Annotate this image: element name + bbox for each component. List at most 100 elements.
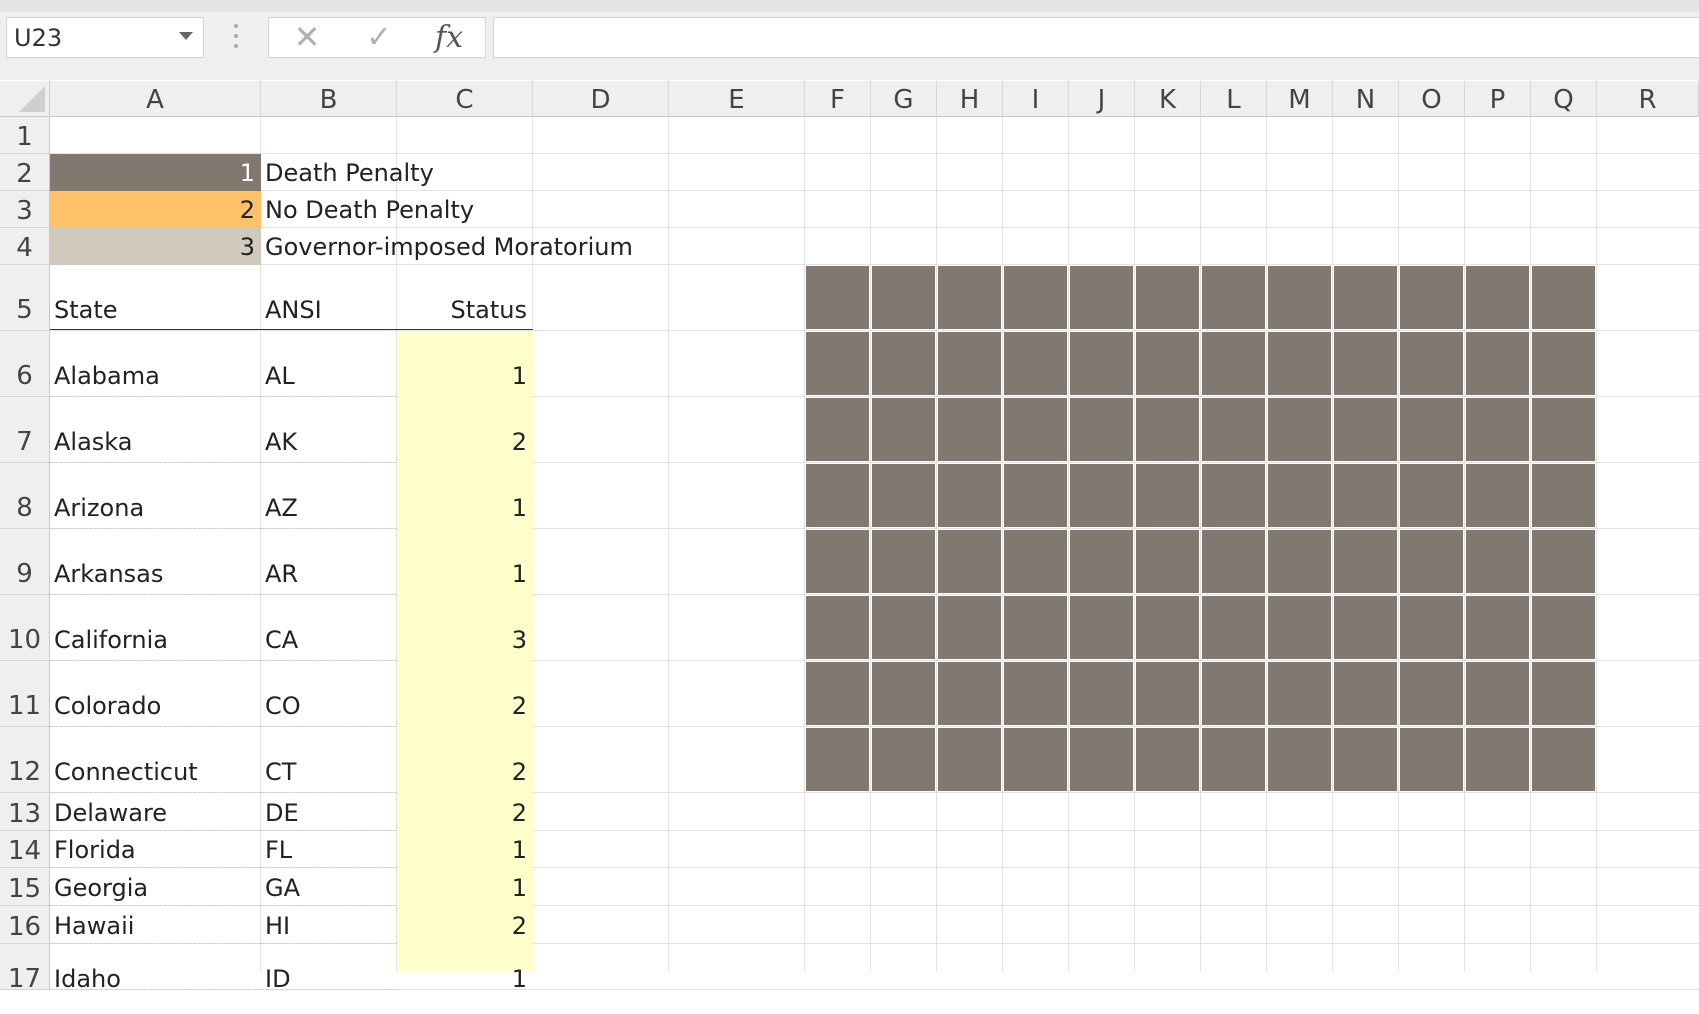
state-tile[interactable] [872, 332, 935, 395]
state-name-cell[interactable]: Arkansas [50, 529, 261, 595]
ansi-cell[interactable]: AK [261, 397, 397, 463]
row-header-11[interactable]: 11 [0, 661, 50, 727]
state-tile[interactable] [1004, 398, 1067, 461]
state-tile[interactable] [1334, 662, 1397, 725]
row-header-8[interactable]: 8 [0, 463, 50, 529]
status-cell[interactable]: 1 [397, 331, 533, 397]
select-all-button[interactable] [0, 81, 50, 117]
ansi-cell[interactable]: CT [261, 727, 397, 793]
state-tile[interactable] [1532, 464, 1595, 527]
state-tile[interactable] [806, 530, 869, 593]
legend-label[interactable]: No Death Penalty [261, 191, 474, 228]
state-tile[interactable] [1268, 332, 1331, 395]
column-header-m[interactable]: M [1267, 81, 1333, 117]
state-tile[interactable] [1136, 596, 1199, 659]
status-cell[interactable]: 2 [397, 727, 533, 793]
ansi-cell[interactable]: GA [261, 868, 397, 906]
row-header-7[interactable]: 7 [0, 397, 50, 463]
state-tile[interactable] [1466, 332, 1529, 395]
state-tile[interactable] [1466, 728, 1529, 791]
state-tile[interactable] [938, 398, 1001, 461]
status-cell[interactable]: 1 [397, 831, 533, 868]
state-tile[interactable] [1004, 332, 1067, 395]
column-header-p[interactable]: P [1465, 81, 1531, 117]
legend-label[interactable]: Governor-imposed Moratorium [261, 228, 633, 265]
state-name-cell[interactable]: Delaware [50, 793, 261, 831]
legend-code-1[interactable]: 1 [50, 154, 261, 191]
column-header-f[interactable]: F [805, 81, 871, 117]
state-tile[interactable] [1400, 464, 1463, 527]
state-tile[interactable] [872, 596, 935, 659]
state-tile[interactable] [1004, 266, 1067, 329]
state-tile[interactable] [1532, 266, 1595, 329]
state-tile[interactable] [1532, 332, 1595, 395]
state-tile[interactable] [806, 464, 869, 527]
state-tile[interactable] [938, 596, 1001, 659]
legend-code-3[interactable]: 3 [50, 228, 261, 265]
row-header-14[interactable]: 14 [0, 831, 50, 868]
row-header-5[interactable]: 5 [0, 265, 50, 331]
state-tile[interactable] [1070, 464, 1133, 527]
status-cell[interactable]: 2 [397, 906, 533, 944]
ansi-cell[interactable]: ID [261, 944, 397, 993]
state-tile[interactable] [872, 398, 935, 461]
state-tile[interactable] [1136, 728, 1199, 791]
state-tile[interactable] [1004, 662, 1067, 725]
state-tile[interactable] [938, 332, 1001, 395]
state-tile[interactable] [1466, 662, 1529, 725]
state-name-cell[interactable]: Arizona [50, 463, 261, 529]
column-header-d[interactable]: D [533, 81, 669, 117]
state-tile[interactable] [1202, 530, 1265, 593]
state-tile[interactable] [1466, 596, 1529, 659]
row-header-16[interactable]: 16 [0, 906, 50, 944]
state-tile[interactable] [1466, 530, 1529, 593]
state-tile[interactable] [872, 530, 935, 593]
state-tile[interactable] [806, 662, 869, 725]
status-cell[interactable]: 1 [397, 868, 533, 906]
state-tile[interactable] [1466, 398, 1529, 461]
state-tile[interactable] [1004, 596, 1067, 659]
state-tile[interactable] [806, 266, 869, 329]
status-cell[interactable]: 3 [397, 595, 533, 661]
ansi-cell[interactable]: AR [261, 529, 397, 595]
state-tile[interactable] [1532, 398, 1595, 461]
state-tile[interactable] [1334, 266, 1397, 329]
row-header-4[interactable]: 4 [0, 228, 50, 265]
state-tile[interactable] [1268, 662, 1331, 725]
row-header-15[interactable]: 15 [0, 868, 50, 906]
state-name-cell[interactable]: Alaska [50, 397, 261, 463]
state-tile[interactable] [872, 266, 935, 329]
state-tile[interactable] [1202, 398, 1265, 461]
state-tile[interactable] [1268, 530, 1331, 593]
row-header-17[interactable]: 17 [0, 944, 50, 994]
column-header-b[interactable]: B [261, 81, 397, 117]
column-header-a[interactable]: A [50, 81, 261, 117]
state-tile[interactable] [1400, 530, 1463, 593]
ansi-cell[interactable]: HI [261, 906, 397, 944]
state-name-cell[interactable]: Idaho [50, 944, 261, 993]
state-tile[interactable] [1070, 332, 1133, 395]
state-tile[interactable] [1004, 464, 1067, 527]
state-tile[interactable] [872, 662, 935, 725]
column-header-k[interactable]: K [1135, 81, 1201, 117]
state-tile[interactable] [1466, 266, 1529, 329]
table-header-ansi[interactable]: ANSI [261, 265, 397, 331]
state-tile[interactable] [1136, 266, 1199, 329]
ansi-cell[interactable]: DE [261, 793, 397, 831]
column-header-r[interactable]: R [1597, 81, 1699, 117]
state-tile[interactable] [1070, 662, 1133, 725]
state-tile[interactable] [1400, 662, 1463, 725]
state-tile[interactable] [1532, 728, 1595, 791]
state-tile[interactable] [1334, 398, 1397, 461]
state-tile[interactable] [806, 728, 869, 791]
status-cell[interactable]: 2 [397, 661, 533, 727]
table-header-status[interactable]: Status [397, 265, 533, 331]
worksheet-grid[interactable]: A B C D E F G H I J K L M N O P Q R 1 2 3 4 5 6 7 8 9 10 11 12 13 14 15 1… [0, 0, 1699, 994]
state-tile[interactable] [1202, 332, 1265, 395]
state-tile[interactable] [1400, 332, 1463, 395]
state-tile[interactable] [1268, 464, 1331, 527]
column-header-j[interactable]: J [1069, 81, 1135, 117]
state-name-cell[interactable]: Hawaii [50, 906, 261, 944]
state-tile[interactable] [1400, 266, 1463, 329]
row-header-10[interactable]: 10 [0, 595, 50, 661]
